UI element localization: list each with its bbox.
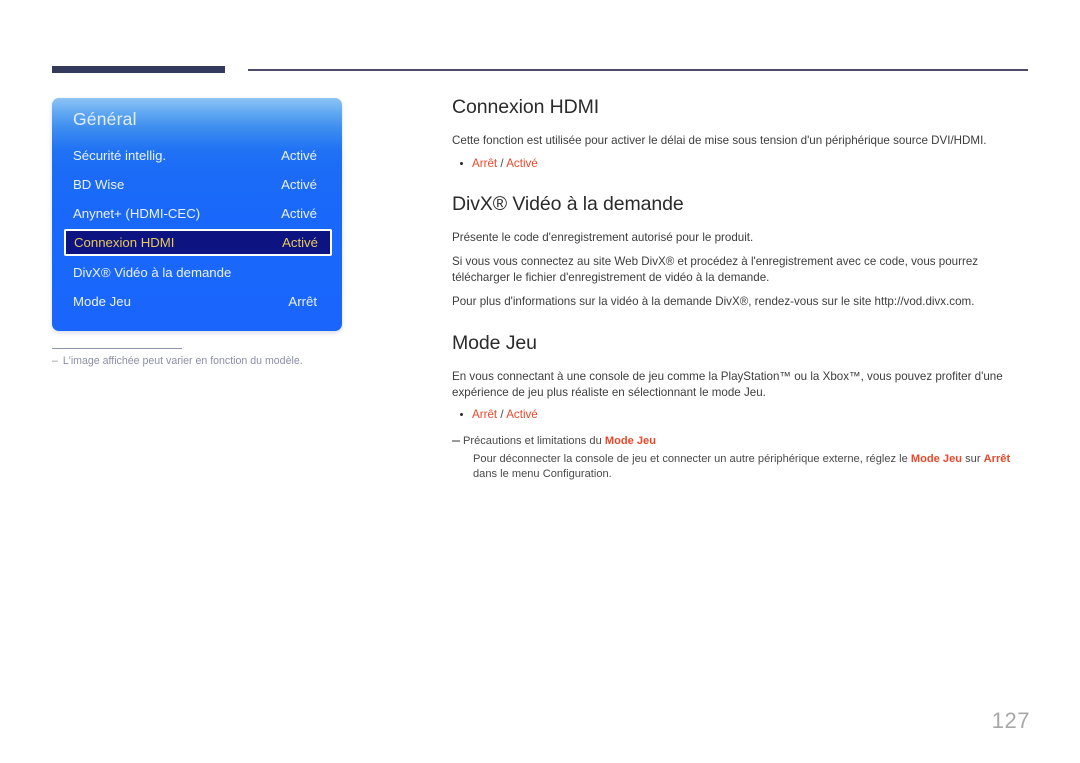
note-precautions-mode-jeu: Précautions et limitations du Mode Jeu P… (452, 434, 1030, 482)
osd-menu-panel: Général Sécurité intellig. Activé BD Wis… (52, 98, 342, 331)
osd-menu-item-connexion-hdmi[interactable]: Connexion HDMI Activé (64, 229, 332, 256)
osd-menu-item-divx-video-a-la-demande[interactable]: DivX® Vidéo à la demande (65, 260, 329, 285)
osd-item-label: BD Wise (73, 177, 125, 192)
note-heading-prefix: Précautions et limitations du (463, 435, 605, 448)
footnote-text: L'image affichée peut varier en fonction… (62, 355, 303, 367)
header-rule-line (248, 69, 1028, 71)
option-list-mode-jeu: Arrêt / Activé (452, 407, 1030, 422)
section-title-divx-video: DivX® Vidéo à la demande (452, 192, 684, 215)
section-title-mode-jeu: Mode Jeu (452, 331, 537, 354)
osd-item-value: Arrêt (288, 294, 317, 309)
osd-item-label: Sécurité intellig. (73, 148, 167, 163)
osd-item-value: Activé (282, 235, 318, 250)
section-paragraph: Cette fonction est utilisée pour activer… (452, 134, 987, 147)
section-title-connexion-hdmi: Connexion HDMI (452, 96, 600, 118)
note-body-part3: dans le menu Configuration. (473, 468, 612, 481)
panel-footnote: – L'image affichée peut varier en fonctio… (52, 355, 303, 367)
note-body-part1: Pour déconnecter la console de jeu et co… (473, 453, 911, 466)
note-heading: Précautions et limitations du Mode Jeu (463, 434, 1030, 449)
option-list-item: Arrêt / Activé (452, 156, 1030, 171)
note-heading-highlight: Mode Jeu (604, 435, 656, 448)
osd-item-value: Activé (281, 148, 317, 163)
note-body: Pour déconnecter la console de jeu et co… (463, 452, 1030, 482)
content-column: Connexion HDMI Cette fonction est utilis… (452, 96, 1030, 483)
option-on: Activé (506, 408, 538, 422)
osd-item-label: Anynet+ (HDMI-CEC) (73, 206, 201, 221)
option-list-item: Arrêt / Activé (452, 407, 1030, 422)
osd-menu-item-securite-intellig[interactable]: Sécurité intellig. Activé (65, 143, 329, 168)
section-paragraph: Si vous vous connectez au site Web DivX®… (452, 255, 979, 284)
option-on: Activé (506, 156, 538, 170)
osd-item-label: Mode Jeu (73, 294, 131, 309)
section-paragraph: Pour plus d'informations sur la vidéo à … (452, 295, 975, 309)
panel-footnote-rule (52, 348, 182, 349)
option-list-connexion-hdmi: Arrêt / Activé (452, 156, 1030, 171)
osd-item-label: DivX® Vidéo à la demande (73, 265, 232, 280)
footnote-dash-marker: – (52, 355, 58, 367)
osd-item-value: Activé (281, 206, 317, 221)
section-paragraph: En vous connectant à une console de jeu … (452, 369, 1003, 399)
header-rule-accent (52, 66, 225, 73)
option-separator: / (500, 156, 504, 170)
osd-menu-item-bd-wise[interactable]: BD Wise Activé (65, 172, 329, 197)
osd-menu-item-mode-jeu[interactable]: Mode Jeu Arrêt (65, 289, 329, 314)
osd-item-label: Connexion HDMI (74, 235, 175, 250)
osd-menu-title: Général (73, 109, 137, 129)
note-body-part2: sur (962, 453, 984, 466)
option-off: Arrêt (472, 156, 498, 170)
note-dash-icon (452, 440, 460, 442)
section-paragraph: Présente le code d'enregistrement autori… (452, 230, 754, 244)
osd-item-value: Activé (281, 177, 317, 192)
note-body-highlight-arret: Arrêt (983, 453, 1011, 466)
page-number: 127 (991, 708, 1030, 733)
note-body-highlight-mode-jeu: Mode Jeu (910, 453, 963, 466)
osd-menu-item-anynet-hdmi-cec[interactable]: Anynet+ (HDMI-CEC) Activé (65, 201, 329, 226)
option-separator: / (500, 408, 504, 422)
option-off: Arrêt (472, 408, 498, 422)
